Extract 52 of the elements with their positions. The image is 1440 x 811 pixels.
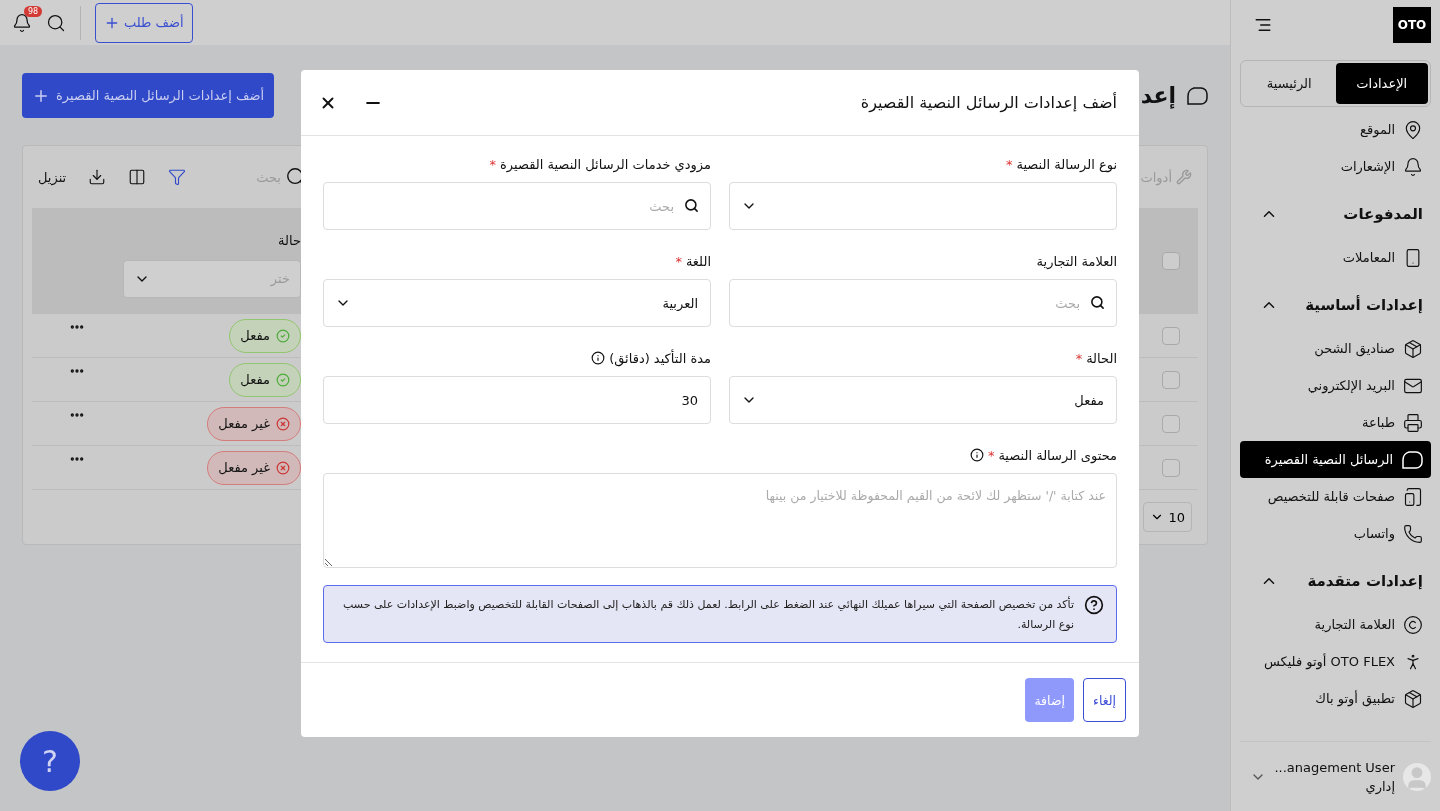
add-order-button[interactable]: أضف طلب — [95, 2, 193, 43]
user-name: ...anagement User — [1274, 759, 1395, 775]
logo: OTO — [1393, 7, 1431, 43]
required-mark: * — [1075, 350, 1083, 366]
field-label: الحالة — [1086, 350, 1117, 366]
sidebar-item[interactable]: تطبيق أوتو باك — [1240, 680, 1431, 717]
message-content-textarea[interactable]: عند كتابة '/' ستظهر لك لائحة من القيم المحفوظة للاختيار من بينها — [323, 473, 1117, 568]
status-pill: غير مفعل — [207, 450, 301, 485]
field-label: محتوى الرسالة النصية — [998, 447, 1117, 463]
field-label: نوع الرسالة النصية — [1016, 156, 1117, 172]
required-mark: * — [987, 447, 995, 463]
required-mark: * — [1005, 156, 1013, 172]
user-role: إداري — [1365, 778, 1395, 794]
status-pill: مفعل — [229, 318, 301, 353]
field-label: اللغة — [685, 253, 711, 269]
sidebar-tab[interactable]: الإعدادات — [1335, 63, 1428, 104]
sidebar-item[interactable]: العلامة التجارية — [1240, 606, 1431, 643]
sidebar-item[interactable]: الموقع — [1240, 111, 1431, 148]
column-header: حالة — [278, 232, 301, 248]
section-title[interactable]: المدفوعات — [1343, 205, 1423, 223]
page-size-select[interactable]: 10 — [1143, 502, 1192, 532]
input-field[interactable]: 30 — [323, 376, 711, 424]
sidebar-tab[interactable]: الرئيسية — [1243, 63, 1336, 104]
sidebar-item[interactable]: صناديق الشحن — [1240, 330, 1431, 367]
section-title[interactable]: إعدادات أساسية — [1305, 296, 1423, 314]
search-field[interactable]: بحث — [729, 279, 1117, 327]
field-label: مدة التأكيد (دقائق) — [609, 350, 711, 366]
note-text: تأكد من تخصيص الصفحة التي سيراها عميلك النهائي عند الضغط على الرابط. لعمل ذلك قم بالذهاب إلى الصفحات القابلة للتخصيص واضبط الإعدادات على حسب نوع الرسالة. — [342, 595, 1074, 633]
download-button[interactable]: تنزيل — [38, 169, 67, 185]
section-title[interactable]: إعدادات متقدمة — [1307, 572, 1423, 590]
select-field[interactable]: مفعل — [729, 376, 1117, 424]
required-mark: * — [489, 156, 496, 172]
select-field[interactable]: العربية — [323, 279, 711, 327]
notification-badge: 98 — [24, 5, 43, 17]
status-pill: مفعل — [229, 362, 301, 397]
add-sms-settings-button[interactable]: أضف إعدادات الرسائل النصية القصيرة — [22, 73, 275, 118]
sidebar-item[interactable]: الرسائل النصية القصيرة — [1240, 441, 1431, 478]
sidebar-item[interactable]: المعاملات — [1240, 239, 1431, 276]
cancel-button[interactable]: إلغاء — [1083, 678, 1126, 722]
sidebar-item[interactable]: واتساب — [1240, 515, 1431, 552]
modal-title: أضف إعدادات الرسائل النصية القصيرة — [860, 93, 1117, 112]
sidebar-item[interactable]: الإشعارات — [1240, 148, 1431, 185]
sidebar-item[interactable]: صفحات قابلة للتخصيص — [1240, 478, 1431, 515]
sidebar-item[interactable]: أوتو فليكس OTO FLEX — [1240, 643, 1431, 680]
search-field[interactable]: بحث — [323, 182, 711, 230]
field-label: مزودي خدمات الرسائل النصية القصيرة — [500, 156, 711, 172]
status-pill: غير مفعل — [207, 406, 301, 441]
required-mark: * — [675, 253, 682, 269]
field-label: العلامة التجارية — [1036, 253, 1117, 269]
sidebar-item[interactable]: البريد الإلكتروني — [1240, 367, 1431, 404]
sidebar-item[interactable]: طباعة — [1240, 404, 1431, 441]
page-title: إعد — [1140, 83, 1176, 108]
